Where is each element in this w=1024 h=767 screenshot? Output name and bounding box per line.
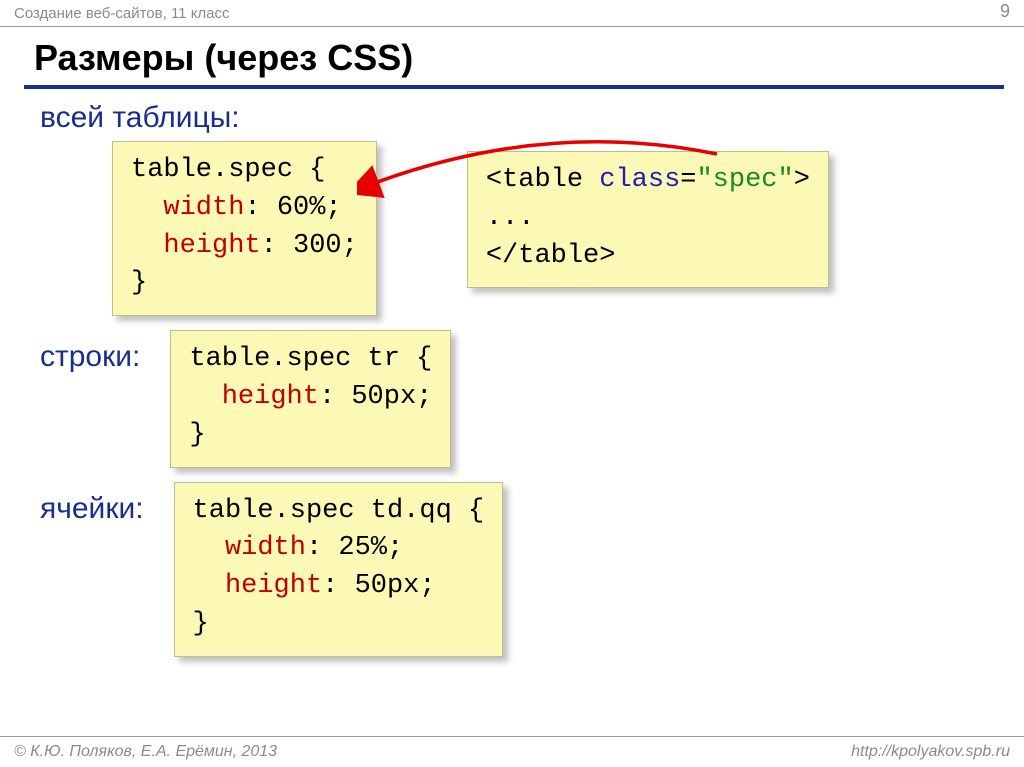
slide-header: Создание веб-сайтов, 11 класс 9 — [0, 0, 1024, 27]
code-block-row: table.spec tr { height: 50px; } — [170, 330, 451, 467]
code-block-cell: table.spec td.qq { width: 25%; height: 5… — [174, 482, 504, 657]
subheading-whole-table: всей таблицы: — [40, 101, 1024, 135]
footer-left: © К.Ю. Поляков, Е.А. Ерёмин, 2013 — [14, 743, 277, 767]
footer-right: http://kpolyakov.spb.ru — [851, 743, 1010, 767]
code-block-table: table.spec { width: 60%; height: 300; } — [112, 141, 377, 316]
subheading-row: строки: — [40, 340, 140, 374]
code-block-html: <table class="spec"> ... </table> — [467, 151, 829, 288]
slide-title: Размеры (через CSS) — [34, 37, 1024, 79]
subheading-cell: ячейки: — [40, 492, 144, 526]
slide-footer: © К.Ю. Поляков, Е.А. Ерёмин, 2013 http:/… — [0, 736, 1024, 767]
slide-content: всей таблицы: table.spec { width: 60%; h… — [0, 89, 1024, 657]
header-left: Создание веб-сайтов, 11 класс — [14, 5, 230, 22]
page-number: 9 — [1000, 1, 1010, 22]
